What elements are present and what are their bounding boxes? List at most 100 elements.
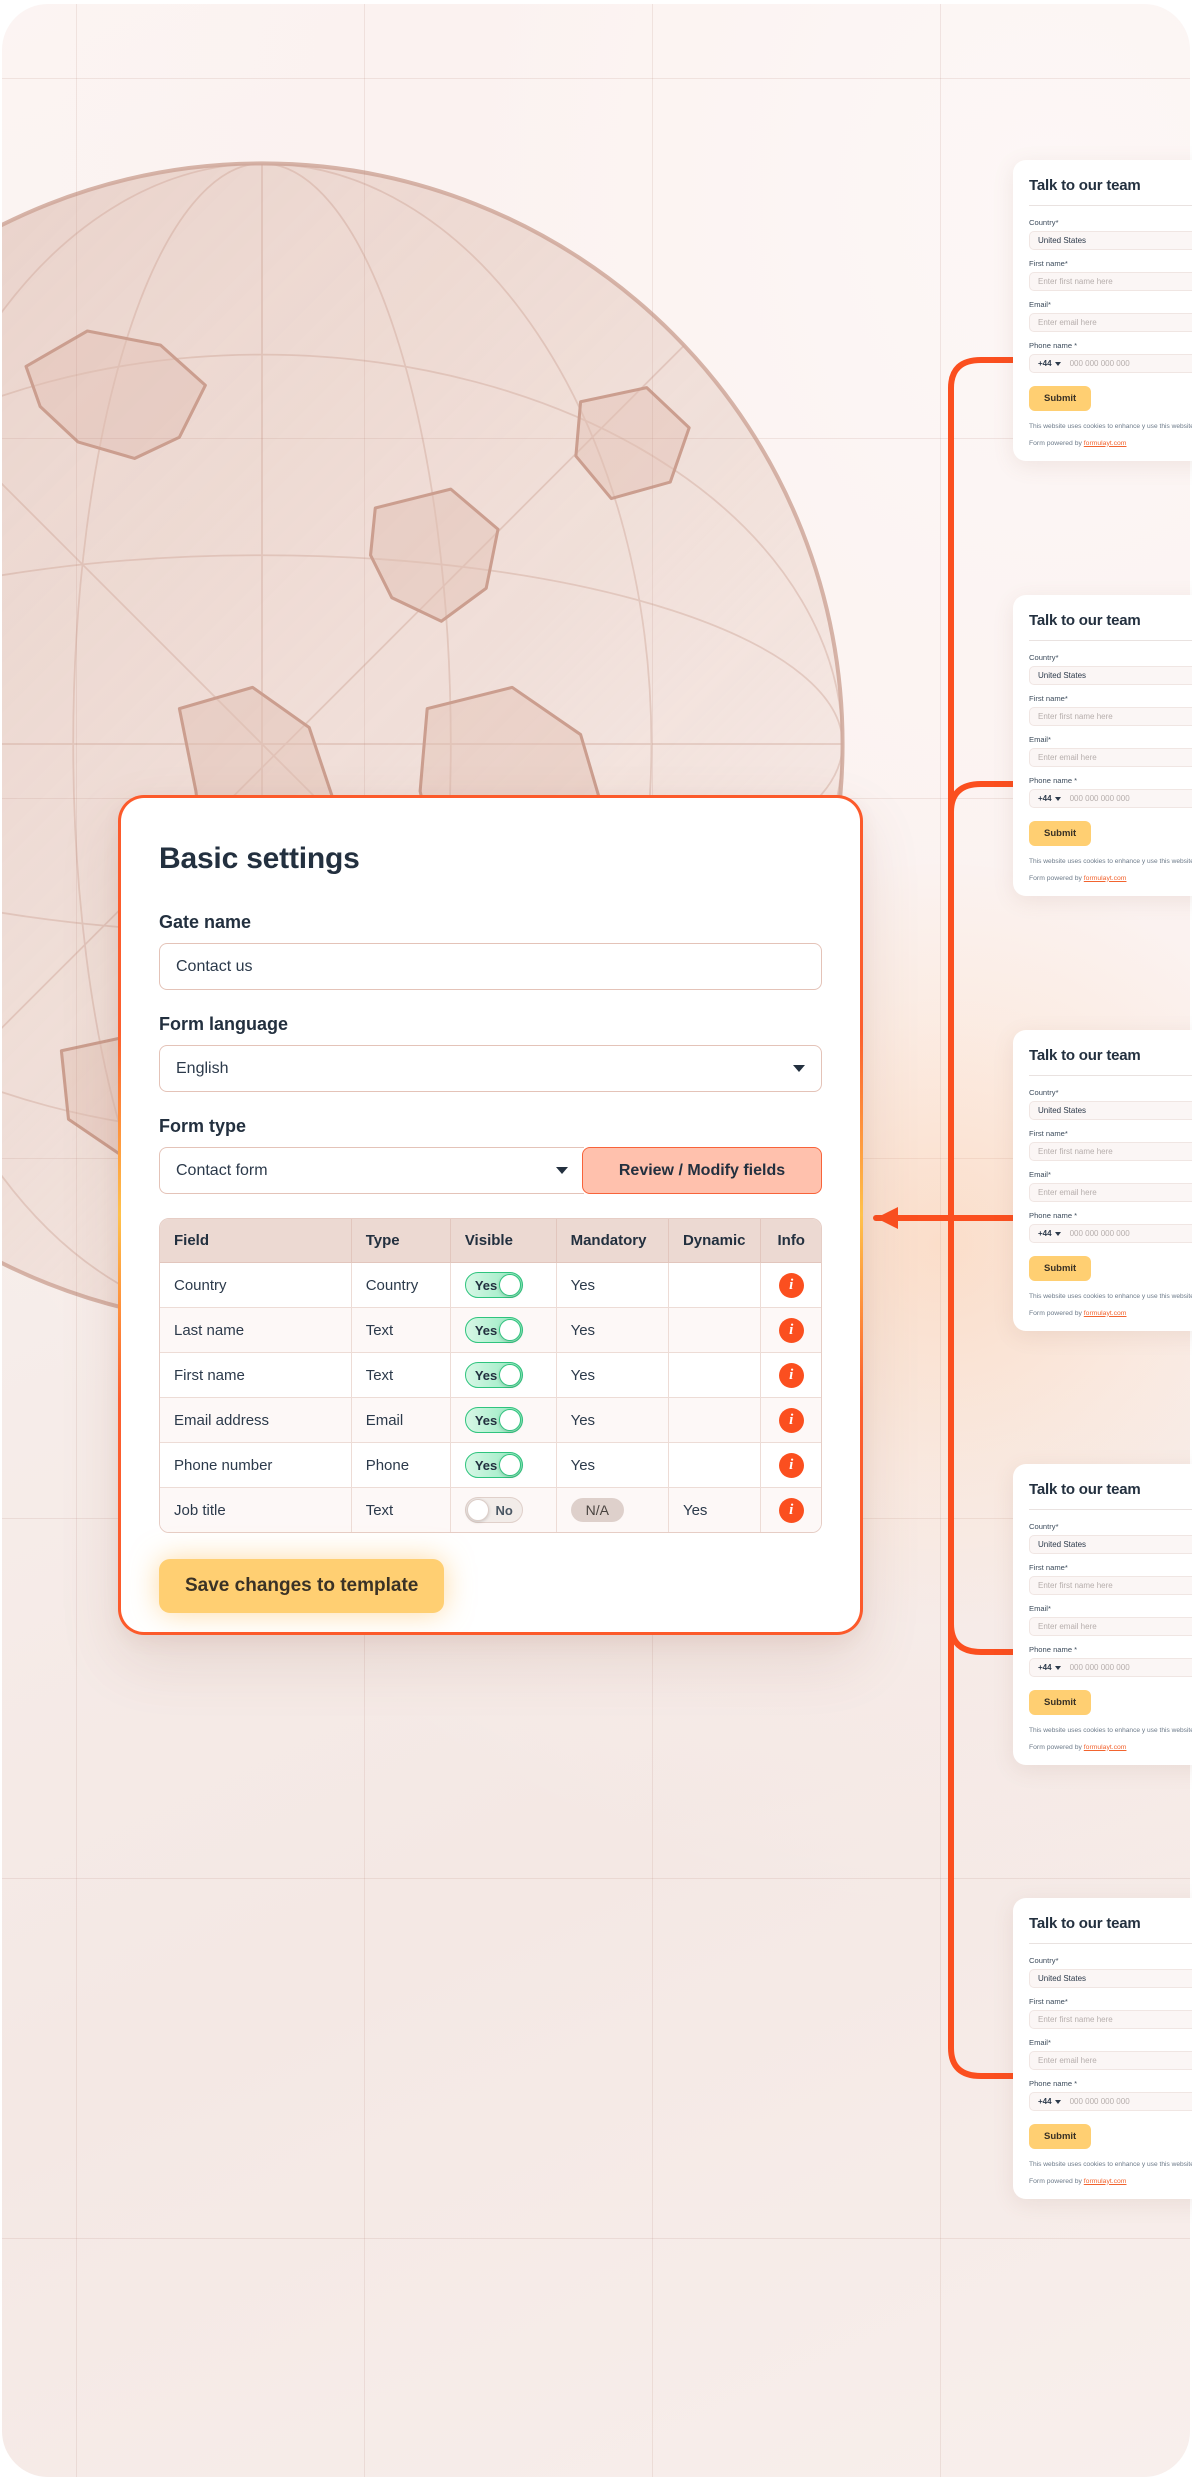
gate-name-label: Gate name [159, 912, 252, 932]
email-input[interactable]: Enter email here [1029, 1617, 1192, 1636]
submit-button[interactable]: Submit [1029, 2124, 1092, 2149]
email-label: Email* [1029, 1170, 1051, 1179]
first-name-input[interactable]: Enter first name here [1029, 2010, 1192, 2029]
info-icon[interactable]: i [778, 1452, 804, 1478]
form-preview-title: Talk to our team [1029, 1481, 1141, 1498]
review-modify-fields-button[interactable]: Review / Modify fields [582, 1147, 822, 1194]
cell-field: Phone number [160, 1443, 352, 1488]
country-select[interactable]: United States [1029, 1969, 1192, 1988]
phone-input[interactable]: +44 000 000 000 000 [1029, 1658, 1192, 1677]
phone-placeholder: 000 000 000 000 [1069, 2097, 1130, 2106]
basic-settings-card: Basic settings Gate name Contact us Form… [118, 795, 863, 1635]
chevron-down-icon [1054, 1665, 1061, 1670]
visible-toggle[interactable]: Yes [464, 1272, 523, 1298]
form-language-select[interactable]: English [159, 1045, 822, 1092]
info-icon[interactable]: i [778, 1497, 804, 1523]
country-code[interactable]: +44 [1038, 1229, 1052, 1238]
country-code[interactable]: +44 [1038, 794, 1052, 803]
form-preview-card: Talk to our team Country* United States Fir… [1013, 595, 1192, 896]
phone-input[interactable]: +44 000 000 000 000 [1029, 1224, 1192, 1243]
cell-info: i [761, 1443, 821, 1488]
phone-label: Phone name * [1029, 776, 1078, 785]
form-preview-title: Talk to our team [1029, 612, 1141, 629]
gate-name-input[interactable]: Contact us [159, 943, 822, 990]
cell-visible: No [451, 1488, 557, 1532]
info-icon[interactable]: i [778, 1317, 804, 1343]
toggle-knob [498, 1319, 521, 1341]
country-code[interactable]: +44 [1038, 2097, 1052, 2106]
form-language-label: Form language [159, 1014, 289, 1034]
submit-button[interactable]: Submit [1029, 821, 1092, 846]
cell-visible: Yes [450, 1263, 557, 1308]
formulayt-link[interactable]: formulayt.com [1084, 875, 1127, 882]
email-input[interactable]: Enter email here [1029, 1183, 1192, 1202]
info-icon[interactable]: i [778, 1362, 804, 1388]
first-name-input[interactable]: Enter first name here [1029, 707, 1192, 726]
submit-button[interactable]: Submit [1029, 1256, 1092, 1281]
info-icon[interactable]: i [778, 1407, 804, 1433]
country-code[interactable]: +44 [1038, 1663, 1052, 1672]
phone-input[interactable]: +44 000 000 000 000 [1029, 789, 1192, 808]
cell-visible: Yes [450, 1443, 557, 1488]
cell-dynamic: Yes [669, 1488, 762, 1532]
info-icon[interactable]: i [778, 1272, 804, 1298]
country-select[interactable]: United States [1029, 1535, 1192, 1554]
country-select[interactable]: United States [1029, 666, 1192, 685]
country-label: Country* [1029, 653, 1059, 662]
phone-input[interactable]: +44 000 000 000 000 [1029, 2092, 1192, 2111]
visible-toggle[interactable]: Yes [464, 1317, 523, 1343]
first-name-label: First name* [1029, 1997, 1068, 2006]
visible-toggle[interactable]: Yes [464, 1407, 523, 1433]
visible-toggle[interactable]: Yes [464, 1452, 523, 1478]
cell-info: i [761, 1353, 821, 1398]
form-preview-title: Talk to our team [1029, 1915, 1141, 1932]
table-row: Phone number Phone Yes Yes i [160, 1443, 821, 1488]
email-input[interactable]: Enter email here [1029, 2051, 1192, 2070]
country-code[interactable]: +44 [1038, 359, 1052, 368]
visible-toggle[interactable]: No [464, 1497, 523, 1523]
table-row: Email address Email Yes Yes i [160, 1398, 821, 1443]
page-title: Basic settings [159, 842, 360, 875]
chevron-down-icon [1054, 1231, 1061, 1236]
save-changes-button[interactable]: Save changes to template [159, 1559, 445, 1613]
cell-type: Country [351, 1263, 451, 1308]
submit-button[interactable]: Submit [1029, 386, 1092, 411]
visible-toggle[interactable]: Yes [464, 1362, 523, 1388]
fields-table: Field Type Visible Mandatory Dynamic Inf… [159, 1218, 822, 1533]
powered-by: Form powered by formulayt.com [1029, 440, 1192, 447]
formulayt-link[interactable]: formulayt.com [1084, 2178, 1127, 2185]
submit-button[interactable]: Submit [1029, 1690, 1092, 1715]
header-visible: Visible [450, 1219, 557, 1263]
formulayt-link[interactable]: formulayt.com [1084, 1744, 1127, 1751]
form-type-label: Form type [159, 1116, 247, 1136]
divider [1029, 205, 1192, 206]
phone-placeholder: 000 000 000 000 [1069, 1229, 1130, 1238]
first-name-input[interactable]: Enter first name here [1029, 272, 1192, 291]
cookie-notice: This website uses cookies to enhance y u… [1029, 1727, 1192, 1734]
country-select[interactable]: United States [1029, 1101, 1192, 1120]
email-label: Email* [1029, 2038, 1051, 2047]
first-name-input[interactable]: Enter first name here [1029, 1142, 1192, 1161]
first-name-input[interactable]: Enter first name here [1029, 1576, 1192, 1595]
phone-input[interactable]: +44 000 000 000 000 [1029, 354, 1192, 373]
cell-type: Text [351, 1308, 451, 1353]
form-type-select[interactable]: Contact form [159, 1147, 584, 1194]
formulayt-link[interactable]: formulayt.com [1084, 1310, 1127, 1317]
phone-placeholder: 000 000 000 000 [1069, 359, 1130, 368]
first-name-label: First name* [1029, 1563, 1068, 1572]
powered-prefix: Form powered by [1029, 1309, 1084, 1317]
country-select[interactable]: United States [1029, 231, 1192, 250]
cell-visible: Yes [450, 1353, 557, 1398]
cell-mandatory: Yes [556, 1443, 669, 1488]
powered-prefix: Form powered by [1029, 2177, 1084, 2185]
form-preview-card: Talk to our team Country* United States Fir… [1013, 1898, 1192, 2199]
table-header-row: Field Type Visible Mandatory Dynamic Inf… [160, 1219, 821, 1263]
country-label: Country* [1029, 1522, 1059, 1531]
formulayt-link[interactable]: formulayt.com [1084, 440, 1127, 447]
cell-info: i [761, 1308, 821, 1353]
email-input[interactable]: Enter email here [1029, 313, 1192, 332]
chevron-down-icon [1054, 796, 1061, 801]
table-row: First name Text Yes Yes i [160, 1353, 821, 1398]
email-input[interactable]: Enter email here [1029, 748, 1192, 767]
form-preview-title: Talk to our team [1029, 1047, 1141, 1064]
